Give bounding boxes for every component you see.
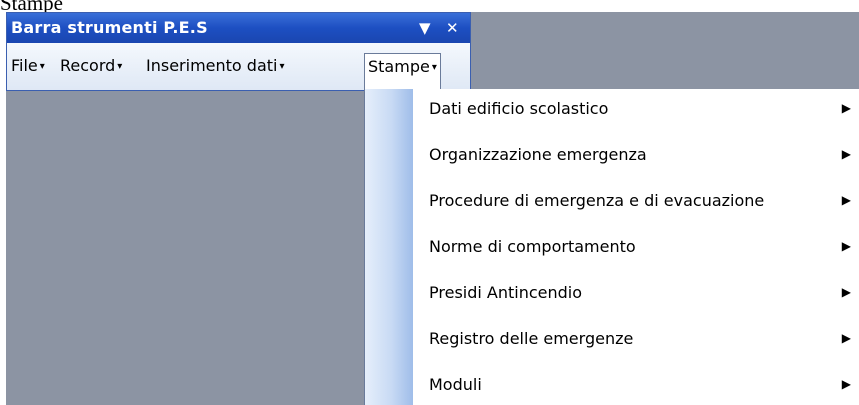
close-icon[interactable]: ✕ [446,19,459,37]
chevron-right-icon: ▶ [841,377,851,391]
menu-item-organizzazione-emergenza[interactable]: Organizzazione emergenza ▶ [413,135,859,181]
chevron-right-icon: ▶ [841,331,851,345]
menu-item-label: Organizzazione emergenza [429,145,647,164]
toolbar-window: Barra strumenti P.E.S ▼ ✕ File ▾ Record ▾ … [6,12,471,91]
menu-item-moduli[interactable]: Moduli ▶ [413,365,859,405]
menu-stampe-label: Stampe [368,57,430,76]
menu-item-label: Presidi Antincendio [429,283,583,302]
menu-item-label: Procedure di emergenza e di evacuazione [429,191,765,210]
menu-item-label: Moduli [429,375,482,394]
menu-item-procedure-di-emergenza[interactable]: Procedure di emergenza e di evacuazione … [413,181,859,227]
chevron-right-icon: ▶ [841,285,851,299]
menu-record-label: Record [60,56,116,75]
chevron-down-icon: ▾ [279,61,285,72]
toolbar-title: Barra strumenti P.E.S [11,18,208,37]
menu-record[interactable]: Record ▾ [60,53,122,83]
menu-item-label: Dati edificio scolastico [429,99,609,118]
chevron-down-icon: ▾ [117,61,123,72]
menu-bar: File ▾ Record ▾ Inserimento dati ▾ Stampe ▾ [7,43,470,90]
chevron-down-icon: ▾ [431,62,437,73]
chevron-right-icon: ▶ [841,193,851,207]
stampe-dropdown-menu: Dati edificio scolastico ▶ Organizzazion… [364,89,859,405]
chevron-right-icon: ▶ [841,101,851,115]
menu-item-presidi-antincendio[interactable]: Presidi Antincendio ▶ [413,273,859,319]
toolbar-titlebar[interactable]: Barra strumenti P.E.S ▼ ✕ [7,13,470,43]
menu-item-norme-di-comportamento[interactable]: Norme di comportamento ▶ [413,227,859,273]
dropdown-icon-strip [365,89,413,405]
menu-inserimento-dati-label: Inserimento dati [146,56,278,75]
chevron-right-icon: ▶ [841,147,851,161]
menu-item-dati-edificio-scolastico[interactable]: Dati edificio scolastico ▶ [413,89,859,135]
chevron-down-icon: ▾ [39,61,45,72]
chevron-right-icon: ▶ [841,239,851,253]
menu-item-label: Registro delle emergenze [429,329,634,348]
menu-item-label: Norme di comportamento [429,237,636,256]
menu-item-registro-delle-emergenze[interactable]: Registro delle emergenze ▶ [413,319,859,365]
menu-stampe[interactable]: Stampe ▾ [364,53,441,90]
menu-file-label: File [11,56,38,75]
menu-file[interactable]: File ▾ [11,53,45,83]
menu-inserimento-dati[interactable]: Inserimento dati ▾ [146,53,285,83]
toolbar-options-icon[interactable]: ▼ [419,19,431,37]
